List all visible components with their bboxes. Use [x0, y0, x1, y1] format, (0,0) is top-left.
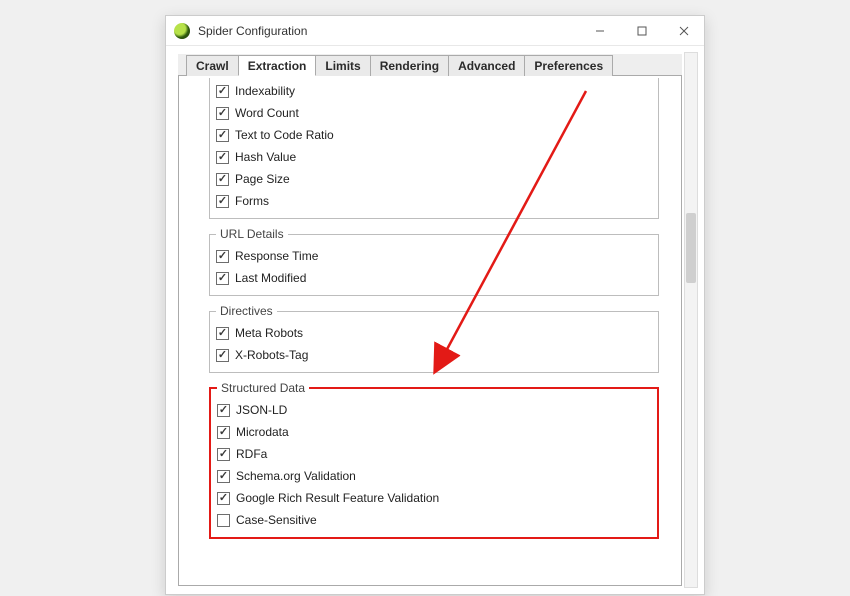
checkbox-hash-value[interactable] — [216, 151, 229, 164]
checkbox-label: Text to Code Ratio — [235, 128, 334, 142]
list-item: Indexability — [216, 80, 652, 102]
list-item: Hash Value — [216, 146, 652, 168]
list-item: Case-Sensitive — [217, 509, 651, 531]
checkbox-label: Word Count — [235, 106, 299, 120]
checkbox-rdfa[interactable] — [217, 448, 230, 461]
checkbox-label: Meta Robots — [235, 326, 303, 340]
config-window: Spider Configuration Crawl Extraction Li… — [165, 15, 705, 595]
tab-pane: Indexability Word Count Text to Code Rat… — [178, 76, 682, 586]
scrollbar-thumb[interactable] — [686, 213, 696, 283]
maximize-button[interactable] — [630, 26, 654, 36]
checkbox-label: Last Modified — [235, 271, 306, 285]
list-item: Text to Code Ratio — [216, 124, 652, 146]
list-item: Response Time — [216, 245, 652, 267]
checkbox-label: Case-Sensitive — [236, 513, 317, 527]
tab-crawl[interactable]: Crawl — [186, 55, 239, 76]
checkbox-label: Indexability — [235, 84, 295, 98]
checkbox-indexability[interactable] — [216, 85, 229, 98]
list-item: Word Count — [216, 102, 652, 124]
app-icon — [174, 23, 190, 39]
list-item: Last Modified — [216, 267, 652, 289]
list-item: Schema.org Validation — [217, 465, 651, 487]
checkbox-schema-org-validation[interactable] — [217, 470, 230, 483]
group-legend: Directives — [216, 304, 277, 318]
tabstrip: Crawl Extraction Limits Rendering Advanc… — [178, 54, 682, 76]
checkbox-word-count[interactable] — [216, 107, 229, 120]
window-controls — [588, 26, 696, 36]
checkbox-label: Response Time — [235, 249, 318, 263]
checkbox-microdata[interactable] — [217, 426, 230, 439]
checkbox-meta-robots[interactable] — [216, 327, 229, 340]
list-item: Microdata — [217, 421, 651, 443]
checkbox-page-size[interactable] — [216, 173, 229, 186]
tab-extraction[interactable]: Extraction — [238, 55, 317, 76]
group-url-details: URL Details Response Time Last Modified — [209, 227, 659, 296]
checkbox-label: RDFa — [236, 447, 267, 461]
checkbox-case-sensitive[interactable] — [217, 514, 230, 527]
tab-limits[interactable]: Limits — [315, 55, 370, 76]
list-item: Page Size — [216, 168, 652, 190]
checkbox-label: JSON-LD — [236, 403, 287, 417]
minimize-button[interactable] — [588, 26, 612, 36]
vertical-scrollbar[interactable] — [684, 52, 698, 588]
group-structured-data: Structured Data JSON-LD Microdata RDFa S… — [209, 381, 659, 539]
tab-rendering[interactable]: Rendering — [370, 55, 449, 76]
checkbox-forms[interactable] — [216, 195, 229, 208]
checkbox-label: Hash Value — [235, 150, 296, 164]
checkbox-google-rich-result[interactable] — [217, 492, 230, 505]
list-item: Forms — [216, 190, 652, 212]
tab-advanced[interactable]: Advanced — [448, 55, 525, 76]
checkbox-label: Schema.org Validation — [236, 469, 356, 483]
checkbox-label: Page Size — [235, 172, 290, 186]
checkbox-json-ld[interactable] — [217, 404, 230, 417]
checkbox-label: Google Rich Result Feature Validation — [236, 491, 439, 505]
checkbox-label: Microdata — [236, 425, 289, 439]
list-item: Google Rich Result Feature Validation — [217, 487, 651, 509]
checkbox-response-time[interactable] — [216, 250, 229, 263]
group-legend: Structured Data — [217, 381, 309, 395]
checkbox-text-to-code-ratio[interactable] — [216, 129, 229, 142]
group-directives: Directives Meta Robots X-Robots-Tag — [209, 304, 659, 373]
group-legend: URL Details — [216, 227, 288, 241]
window-title: Spider Configuration — [198, 24, 588, 38]
list-item: Meta Robots — [216, 322, 652, 344]
checkbox-label: Forms — [235, 194, 269, 208]
list-item: RDFa — [217, 443, 651, 465]
checkbox-last-modified[interactable] — [216, 272, 229, 285]
client-area: Crawl Extraction Limits Rendering Advanc… — [166, 46, 704, 594]
titlebar: Spider Configuration — [166, 16, 704, 46]
tab-preferences[interactable]: Preferences — [524, 55, 613, 76]
list-item: JSON-LD — [217, 399, 651, 421]
close-button[interactable] — [672, 26, 696, 36]
list-item: X-Robots-Tag — [216, 344, 652, 366]
checkbox-label: X-Robots-Tag — [235, 348, 308, 362]
checkbox-x-robots-tag[interactable] — [216, 349, 229, 362]
group-page-top: Indexability Word Count Text to Code Rat… — [209, 78, 659, 219]
